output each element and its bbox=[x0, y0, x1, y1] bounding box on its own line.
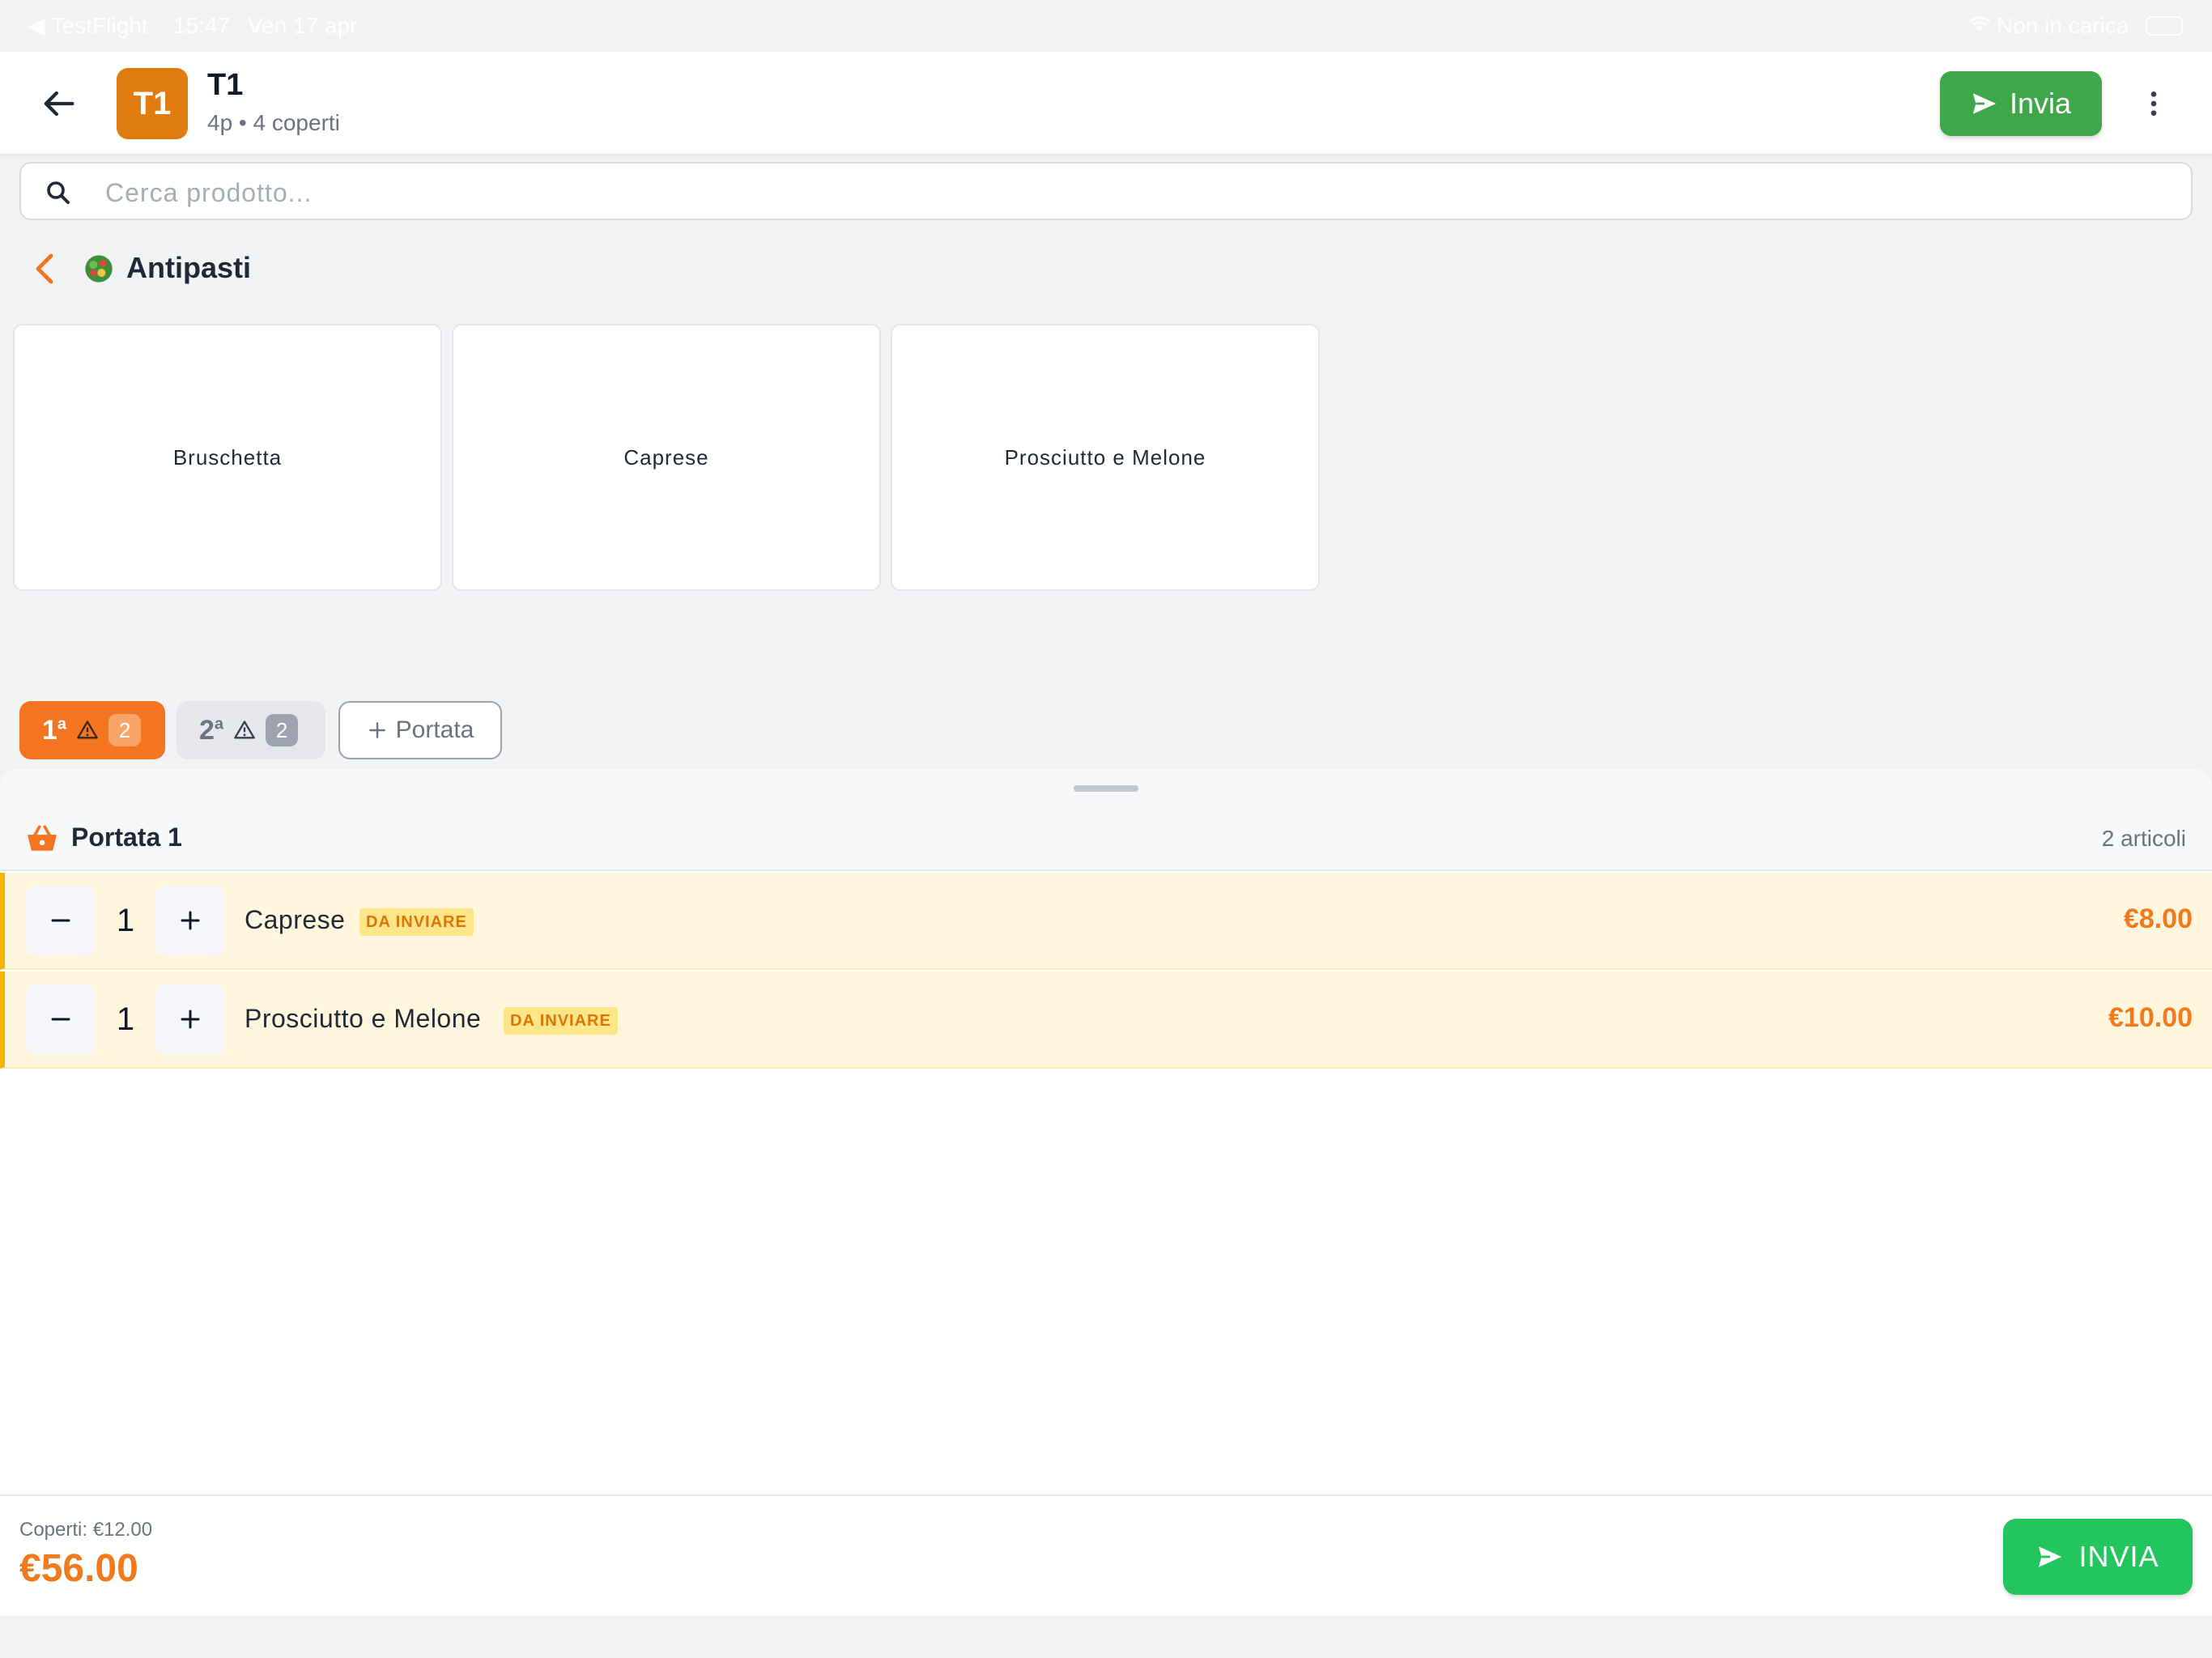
send-button-header[interactable]: Invia bbox=[1940, 71, 2102, 136]
plus-icon bbox=[181, 1010, 200, 1029]
table-avatar: T1 bbox=[117, 68, 188, 139]
order-item-row: 1 Caprese DA INVIARE €8.00 bbox=[0, 873, 2212, 970]
course-tab-badge: 2 bbox=[266, 714, 299, 746]
item-price: €10.00 bbox=[2108, 1002, 2193, 1033]
table-subtitle: 4p • 4 coperti bbox=[207, 110, 340, 135]
course-title: Portata 1 bbox=[71, 823, 182, 852]
search-input[interactable] bbox=[105, 173, 2129, 212]
minus-icon bbox=[51, 919, 70, 922]
warning-icon bbox=[77, 721, 98, 739]
category-back-button[interactable] bbox=[32, 253, 57, 285]
status-bar: ◀ TestFlight 15:47 Ven 17 apr Non in car… bbox=[0, 0, 2212, 52]
order-item-row: 1 Prosciutto e Melone DA INVIARE €10.00 bbox=[0, 971, 2212, 1069]
table-title: T1 bbox=[207, 68, 244, 102]
course-tab-badge: 2 bbox=[108, 714, 142, 746]
send-order-label: INVIA bbox=[2078, 1540, 2159, 1573]
decrease-qty-button[interactable] bbox=[26, 984, 96, 1054]
product-card[interactable]: Caprese bbox=[452, 324, 881, 591]
order-panel: Portata 1 2 articoli 1 Caprese DA INVIAR… bbox=[0, 769, 2212, 1494]
order-footer: Coperti: €12.00 €56.00 INVIA bbox=[0, 1494, 2212, 1616]
increase-qty-button[interactable] bbox=[155, 984, 225, 1054]
course-tab-number: 2a bbox=[199, 714, 224, 746]
course-tab-1[interactable]: 1a 2 bbox=[19, 701, 165, 759]
status-time: 15:47 bbox=[173, 13, 231, 38]
drag-handle[interactable] bbox=[1074, 785, 1138, 792]
app-header: T1 T1 4p • 4 coperti Invia bbox=[0, 52, 2212, 155]
status-charging: Non in carica bbox=[1997, 13, 2129, 38]
more-options-button[interactable] bbox=[2138, 87, 2170, 120]
increase-qty-button[interactable] bbox=[155, 886, 225, 955]
chevron-left-icon bbox=[36, 253, 53, 284]
search-bar bbox=[19, 162, 2193, 220]
add-course-label: Portata bbox=[395, 716, 474, 743]
product-name: Prosciutto e Melone bbox=[1004, 444, 1206, 470]
item-quantity: 1 bbox=[116, 902, 135, 938]
item-price: €8.00 bbox=[2123, 903, 2193, 934]
more-vertical-icon bbox=[2150, 91, 2157, 116]
item-name: Prosciutto e Melone bbox=[245, 1004, 482, 1033]
item-name: Caprese bbox=[245, 905, 346, 934]
product-name: Bruschetta bbox=[172, 444, 283, 470]
send-icon bbox=[2039, 1546, 2062, 1567]
order-total: €56.00 bbox=[19, 1547, 138, 1590]
send-button-header-label: Invia bbox=[2009, 87, 2072, 120]
minus-icon bbox=[51, 1018, 70, 1021]
status-badge: DA INVIARE bbox=[504, 1007, 618, 1035]
product-card[interactable]: Prosciutto e Melone bbox=[891, 324, 1320, 591]
status-badge: DA INVIARE bbox=[359, 908, 474, 936]
battery-icon bbox=[2146, 16, 2183, 36]
send-icon bbox=[1972, 93, 1997, 114]
order-panel-header: Portata 1 2 articoli bbox=[0, 769, 2212, 871]
status-back-app[interactable]: ◀ TestFlight bbox=[28, 13, 148, 39]
arrow-left-icon bbox=[44, 91, 74, 117]
item-quantity: 1 bbox=[116, 1001, 135, 1037]
basket-icon bbox=[28, 825, 57, 851]
status-date: Ven 17 apr bbox=[248, 13, 358, 38]
course-tab-number: 1a bbox=[42, 714, 67, 746]
course-tab-2[interactable]: 2a 2 bbox=[177, 701, 325, 759]
covers-amount: Coperti: €12.00 bbox=[19, 1519, 153, 1541]
plus-icon bbox=[368, 722, 385, 738]
product-card[interactable]: Bruschetta bbox=[13, 324, 442, 591]
warning-icon bbox=[234, 721, 255, 739]
category-title: Antipasti bbox=[126, 251, 252, 284]
salad-icon bbox=[83, 253, 115, 285]
product-name: Caprese bbox=[623, 444, 709, 470]
send-order-button[interactable]: INVIA bbox=[2003, 1519, 2193, 1595]
add-course-button[interactable]: Portata bbox=[338, 701, 502, 759]
search-icon bbox=[47, 181, 70, 204]
back-button[interactable] bbox=[37, 83, 79, 125]
item-count: 2 articoli bbox=[2101, 826, 2186, 851]
wifi-icon bbox=[1967, 13, 1992, 39]
plus-icon bbox=[181, 911, 200, 930]
decrease-qty-button[interactable] bbox=[26, 886, 96, 955]
